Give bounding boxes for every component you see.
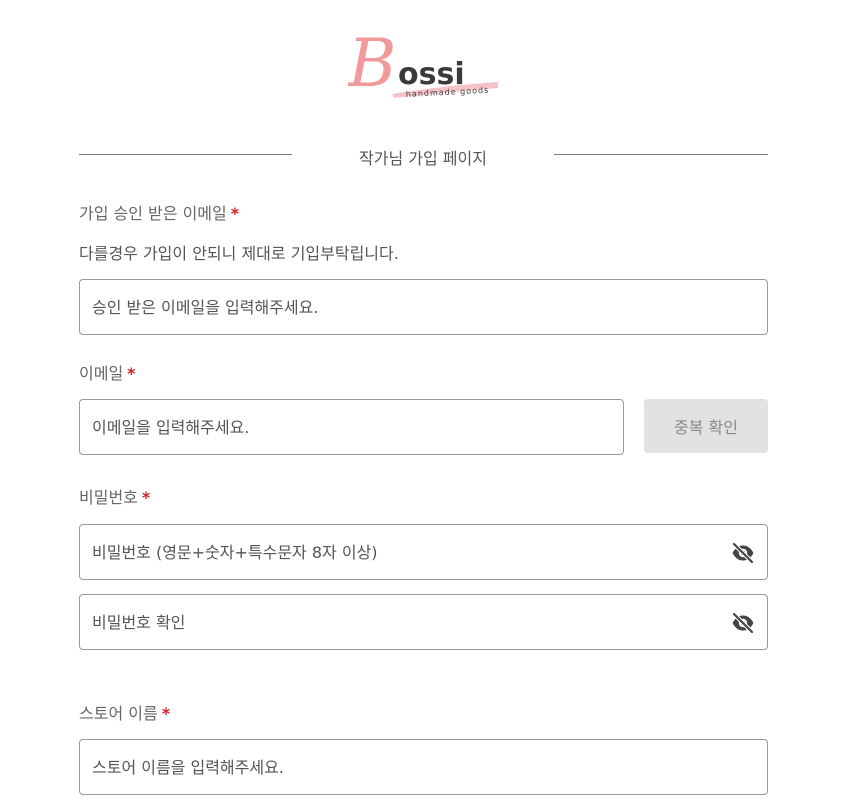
eye-off-icon[interactable] xyxy=(731,541,755,565)
title-divider-left xyxy=(79,154,292,155)
required-mark: * xyxy=(141,488,151,507)
email-field xyxy=(79,399,624,455)
logo-graphic: B ossi handmade goods xyxy=(348,25,498,102)
password-input[interactable] xyxy=(80,525,767,579)
password-confirm-input[interactable] xyxy=(80,595,767,649)
page-title: 작가님 가입 페이지 xyxy=(359,149,487,168)
title-divider-right xyxy=(554,154,768,155)
page-title-row: 작가님 가입 페이지 xyxy=(79,140,768,170)
password-label: 비밀번호 * xyxy=(79,484,150,508)
approved-email-label-text: 가입 승인 받은 이메일 xyxy=(79,204,227,223)
required-mark: * xyxy=(230,204,240,223)
duplicate-check-button[interactable]: 중복 확인 xyxy=(644,399,768,453)
password-confirm-field xyxy=(79,594,768,650)
approved-email-input[interactable] xyxy=(80,280,767,334)
required-mark: * xyxy=(161,704,171,723)
eye-off-icon[interactable] xyxy=(731,611,755,635)
email-input[interactable] xyxy=(80,400,623,454)
logo-initial: B xyxy=(348,25,397,102)
signup-page: B ossi handmade goods 작가님 가입 페이지 가입 승인 받… xyxy=(0,0,843,808)
password-label-text: 비밀번호 xyxy=(79,488,138,507)
store-name-label-text: 스토어 이름 xyxy=(79,704,158,723)
bossi-logo: B ossi handmade goods xyxy=(348,22,500,104)
approved-email-field xyxy=(79,279,768,335)
store-name-field xyxy=(79,739,768,795)
approved-email-hint: 다를경우 가입이 안되니 제대로 기입부탁립니다. xyxy=(79,244,399,263)
approved-email-label: 가입 승인 받은 이메일 * xyxy=(79,200,239,224)
email-label: 이메일 * xyxy=(79,360,136,384)
store-name-input[interactable] xyxy=(80,740,767,794)
store-name-label: 스토어 이름 * xyxy=(79,700,170,724)
required-mark: * xyxy=(127,364,136,383)
email-label-text: 이메일 xyxy=(79,364,124,383)
password-field xyxy=(79,524,768,580)
